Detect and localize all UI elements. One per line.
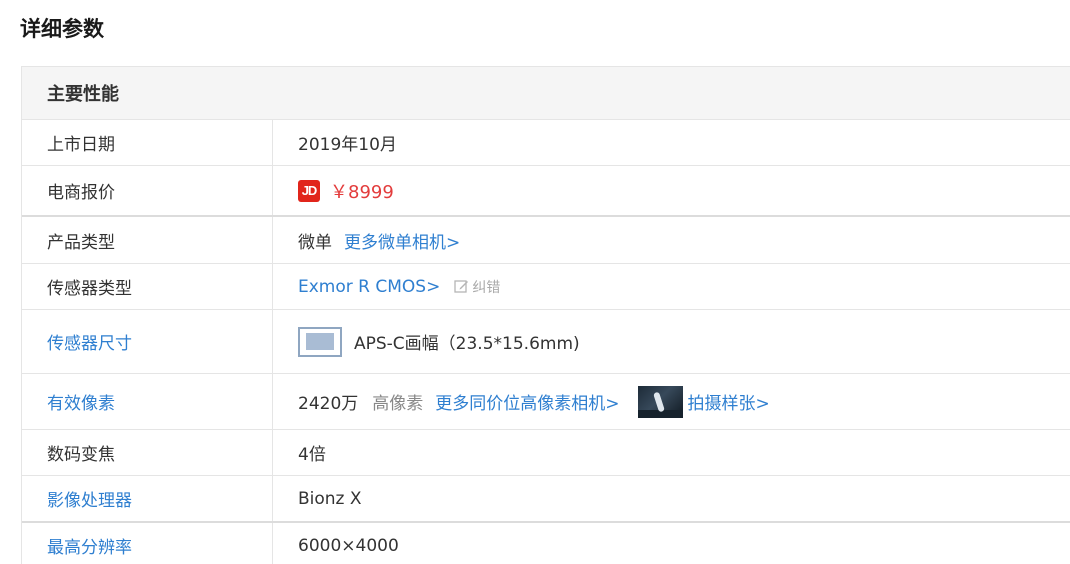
sample-photo-thumbnail[interactable]	[637, 385, 683, 418]
spec-table: 主要性能 上市日期 2019年10月 电商报价 JD ￥8999 产品类型 微单…	[21, 66, 1070, 564]
digital-zoom-value: 4倍	[298, 445, 326, 465]
spec-row-sensor-type: 传感器类型 Exmor R CMOS> 纠错	[22, 264, 1070, 310]
spec-row-release-date: 上市日期 2019年10月	[22, 120, 1070, 166]
max-resolution-value: 6000×4000	[298, 535, 399, 556]
release-date-value: 2019年10月	[298, 135, 397, 155]
row-label: 传感器类型	[22, 264, 273, 309]
edit-icon	[454, 280, 469, 293]
product-type-value: 微单	[298, 232, 332, 253]
page: 详细参数 主要性能 上市日期 2019年10月 电商报价 JD ￥8999 产品…	[0, 0, 1070, 564]
high-pixel-tag: 高像素	[372, 394, 424, 414]
sensor-type-link[interactable]: Exmor R CMOS>	[298, 277, 440, 297]
jd-logo-icon[interactable]: JD	[298, 179, 320, 202]
spec-row-effective-pixels: 有效像素 2420万 高像素 更多同价位高像素相机> 拍摄样张>	[22, 374, 1070, 430]
spec-row-product-type: 产品类型 微单 更多微单相机>	[22, 217, 1070, 264]
row-label-link[interactable]: 传感器尺寸	[22, 310, 273, 373]
spec-row-image-processor: 影像处理器 Bionz X	[22, 476, 1070, 523]
row-value: Bionz X	[273, 476, 1070, 521]
correction-button[interactable]: 纠错	[454, 277, 500, 297]
row-label: 电商报价	[22, 166, 273, 215]
row-value: 6000×4000	[273, 523, 1070, 564]
page-title: 详细参数	[20, 17, 104, 41]
sample-photos-link[interactable]: 拍摄样张>	[688, 389, 770, 414]
row-value: 2019年10月	[273, 120, 1070, 165]
row-value: 2420万 高像素 更多同价位高像素相机> 拍摄样张>	[273, 374, 1070, 429]
more-mirrorless-link[interactable]: 更多微单相机>	[344, 228, 460, 253]
image-processor-value: Bionz X	[298, 488, 362, 509]
row-label: 产品类型	[22, 217, 273, 263]
row-label-link[interactable]: 最高分辨率	[22, 523, 273, 564]
effective-pixels-value: 2420万	[298, 394, 359, 414]
row-value: Exmor R CMOS> 纠错	[273, 264, 1070, 309]
row-label-link[interactable]: 影像处理器	[22, 476, 273, 521]
spec-row-max-resolution: 最高分辨率 6000×4000	[22, 523, 1070, 564]
sensor-size-icon	[298, 326, 342, 357]
more-high-pixel-link[interactable]: 更多同价位高像素相机>	[435, 389, 619, 414]
spec-row-digital-zoom: 数码变焦 4倍	[22, 430, 1070, 476]
row-value: 微单 更多微单相机>	[273, 217, 1070, 263]
row-label-link[interactable]: 有效像素	[22, 374, 273, 429]
sensor-size-value: APS-C画幅（23.5*15.6mm)	[354, 334, 580, 354]
row-label: 上市日期	[22, 120, 273, 165]
row-value: JD ￥8999	[273, 166, 1070, 215]
correction-label: 纠错	[472, 279, 501, 296]
row-label: 数码变焦	[22, 430, 273, 475]
spec-row-ecommerce-price: 电商报价 JD ￥8999	[22, 166, 1070, 217]
row-value: 4倍	[273, 430, 1070, 475]
row-value: APS-C画幅（23.5*15.6mm)	[273, 310, 1070, 373]
spec-row-sensor-size: 传感器尺寸 APS-C画幅（23.5*15.6mm)	[22, 310, 1070, 374]
price-link[interactable]: ￥8999	[330, 178, 394, 204]
section-header: 主要性能	[22, 67, 1070, 120]
